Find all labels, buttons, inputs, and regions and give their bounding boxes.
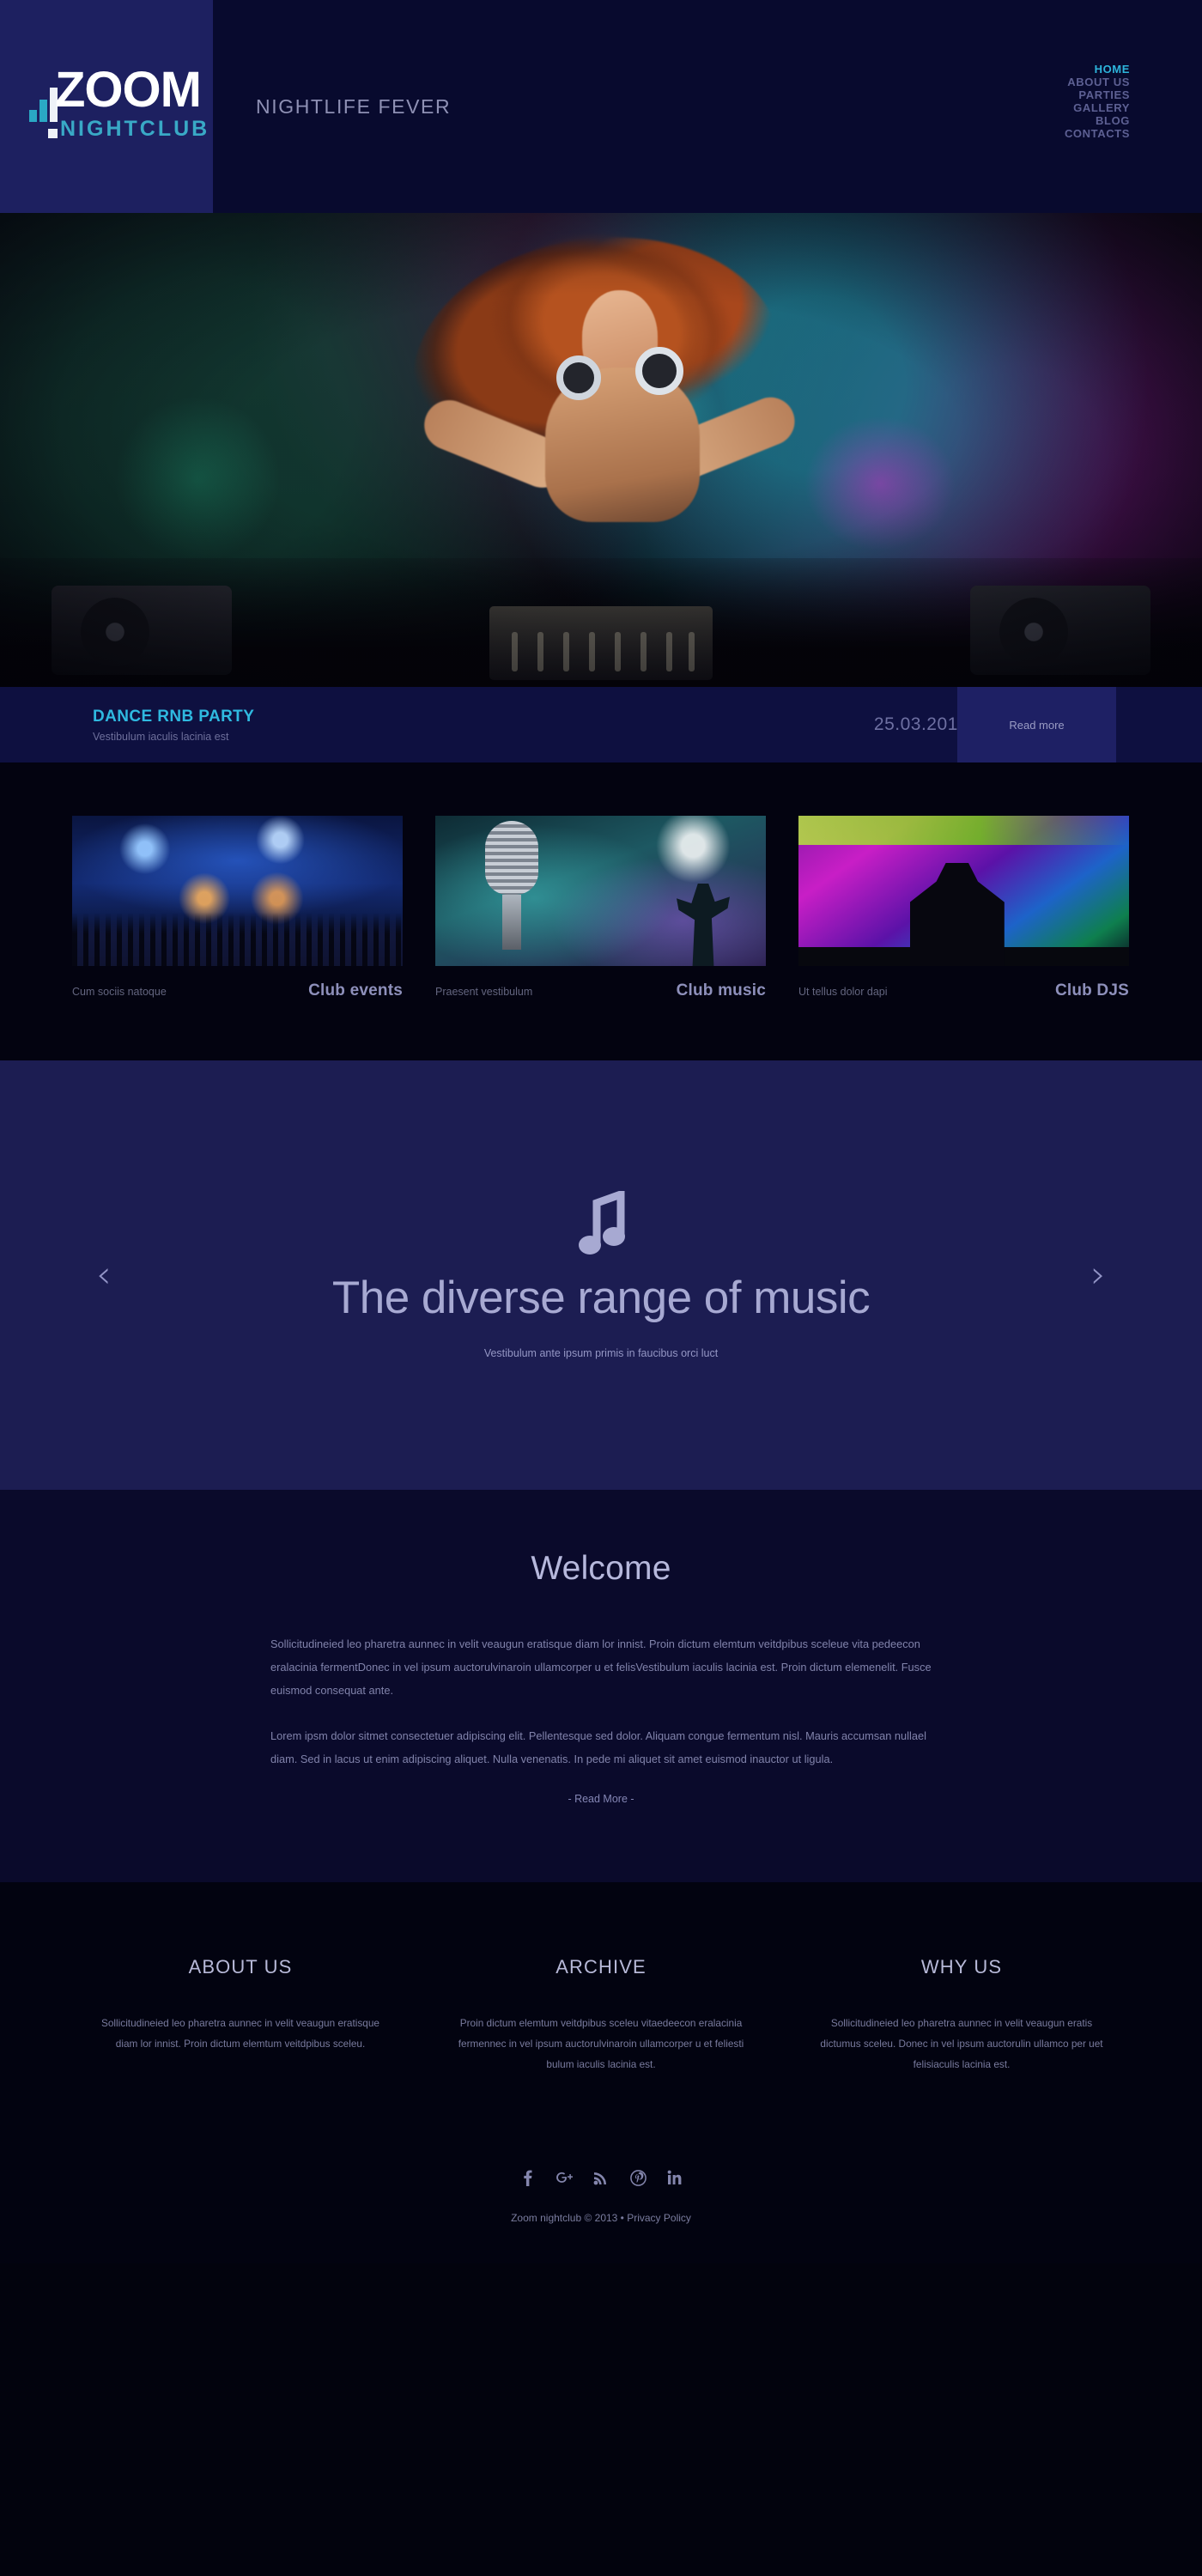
site-footer: ABOUT US Sollicitudineied leo pharetra a… xyxy=(0,1882,1202,2263)
slider-prev-arrow[interactable]: ‹ xyxy=(96,1256,112,1294)
page-root: ZOOM NIGHTCLUB NIGHTLIFE FEVER HOME ABOU… xyxy=(0,0,1202,2263)
event-date: 25.03.2013 xyxy=(873,714,968,734)
nav-item-blog[interactable]: BLOG xyxy=(1065,115,1130,127)
event-read-more-button[interactable]: Read more xyxy=(957,687,1116,762)
club-events-caption-small: Cum sociis natoque xyxy=(72,986,167,998)
logo[interactable]: ZOOM NIGHTCLUB xyxy=(0,0,213,213)
music-note-icon xyxy=(571,1191,631,1258)
event-subtitle: Vestibulum iaculis lacinia est xyxy=(93,731,229,743)
footer-why-us-title: WHY US xyxy=(920,1956,1003,1978)
nav-item-gallery[interactable]: GALLERY xyxy=(1065,102,1130,114)
nav-item-contacts[interactable]: CONTACTS xyxy=(1065,128,1130,140)
microphone-icon xyxy=(485,821,538,950)
logo-dot-icon xyxy=(48,129,58,138)
welcome-read-more-link[interactable]: - Read More - xyxy=(270,1793,932,1805)
feature-card-club-djs[interactable]: Ut tellus dolor dapi Club DJS xyxy=(798,816,1129,1000)
footer-column-why-us: WHY US Sollicitudineied leo pharetra aun… xyxy=(781,1956,1142,2075)
club-djs-caption-title: Club DJS xyxy=(1054,981,1129,999)
feature-card-club-music[interactable]: Praesent vestibulum Club music xyxy=(435,816,766,1000)
club-events-thumbnail[interactable] xyxy=(72,816,403,966)
footer-column-about-us: ABOUT US Sollicitudineied leo pharetra a… xyxy=(60,1956,421,2075)
featured-event-bar: DANCE RNB PARTY Vestibulum iaculis lacin… xyxy=(0,687,1202,762)
site-tagline: NIGHTLIFE FEVER xyxy=(256,94,452,118)
social-links xyxy=(0,2169,1202,2186)
logo-sub-text: NIGHTCLUB xyxy=(60,117,210,141)
copyright-text: Zoom nightclub © 2013 • Privacy Policy xyxy=(511,2212,691,2224)
main-navigation: HOME ABOUT US PARTIES GALLERY BLOG CONTA… xyxy=(1065,64,1130,140)
slider-next-arrow[interactable]: › xyxy=(1090,1256,1106,1294)
linkedin-icon[interactable] xyxy=(666,2169,683,2186)
welcome-paragraph-2: Lorem ipsm dolor sitmet consectetuer adi… xyxy=(270,1729,926,1765)
footer-archive-title: ARCHIVE xyxy=(555,1956,647,1978)
google-plus-icon[interactable] xyxy=(555,2169,573,2186)
rss-icon[interactable] xyxy=(592,2169,610,2186)
site-header: ZOOM NIGHTCLUB NIGHTLIFE FEVER HOME ABOU… xyxy=(0,0,1202,213)
welcome-section: Welcome Sollicitudineied leo pharetra au… xyxy=(0,1490,1202,1882)
hero-banner-image xyxy=(0,213,1202,687)
facebook-icon[interactable] xyxy=(519,2169,536,2186)
pinterest-icon[interactable] xyxy=(629,2169,647,2186)
logo-bars-icon xyxy=(29,88,58,122)
footer-archive-text: Proin dictum elemtum veitdpibus sceleu v… xyxy=(458,2017,744,2070)
club-djs-caption-small: Ut tellus dolor dapi xyxy=(798,986,888,998)
slider-heading: The diverse range of music xyxy=(331,1273,871,1323)
club-music-caption-small: Praesent vestibulum xyxy=(435,986,533,998)
nav-item-parties[interactable]: PARTIES xyxy=(1065,89,1130,101)
club-events-caption-title: Club events xyxy=(308,981,403,999)
welcome-paragraph-1: Sollicitudineied leo pharetra aunnec in … xyxy=(270,1637,932,1697)
footer-about-us-title: ABOUT US xyxy=(188,1956,293,1978)
hero-vignette xyxy=(0,213,1202,687)
welcome-heading: Welcome xyxy=(531,1550,671,1587)
nav-item-home[interactable]: HOME xyxy=(1065,64,1130,76)
logo-main-text: ZOOM xyxy=(55,62,202,118)
event-info: DANCE RNB PARTY Vestibulum iaculis lacin… xyxy=(0,707,254,743)
slider-subheading: Vestibulum ante ipsum primis in faucibus… xyxy=(483,1347,719,1359)
footer-column-archive: ARCHIVE Proin dictum elemtum veitdpibus … xyxy=(421,1956,781,2075)
feature-cards-section: Cum sociis natoque Club events Praesent … xyxy=(0,762,1202,1060)
footer-about-us-text: Sollicitudineied leo pharetra aunnec in … xyxy=(101,2017,379,2050)
club-djs-thumbnail[interactable] xyxy=(798,816,1129,966)
event-title: DANCE RNB PARTY xyxy=(93,708,255,726)
footer-why-us-text: Sollicitudineied leo pharetra aunnec in … xyxy=(820,2017,1103,2070)
nav-item-about-us[interactable]: ABOUT US xyxy=(1065,76,1130,88)
music-slider-section: ‹ › The diverse range of music Vestibulu… xyxy=(0,1060,1202,1490)
club-music-caption-title: Club music xyxy=(676,981,766,999)
feature-card-club-events[interactable]: Cum sociis natoque Club events xyxy=(72,816,403,1000)
club-music-thumbnail[interactable] xyxy=(435,816,766,966)
